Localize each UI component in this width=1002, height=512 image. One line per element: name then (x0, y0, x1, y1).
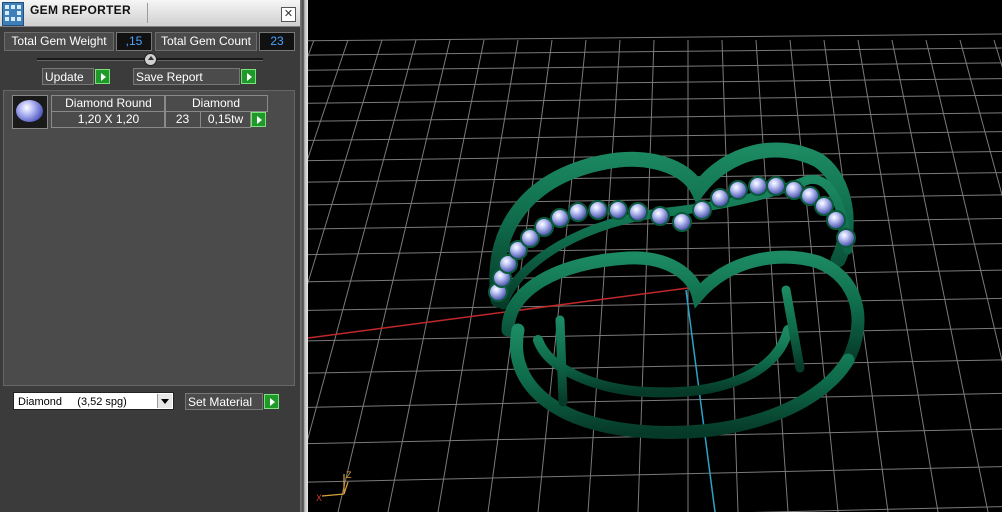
material-select[interactable]: Diamond (3,52 spg) (13, 392, 174, 410)
update-button[interactable]: Update (42, 68, 94, 85)
viewport-canvas: Z X (308, 33, 1002, 512)
gem-stone (766, 176, 786, 196)
total-gem-count-value: 23 (259, 32, 295, 51)
axis-z-label: Z (346, 470, 352, 480)
save-report-play-icon[interactable] (241, 69, 256, 84)
total-gem-count-label: Total Gem Count (155, 32, 257, 51)
floor-grid (308, 33, 1002, 512)
gem-stone (672, 212, 692, 232)
set-material-button[interactable]: Set Material (185, 393, 263, 410)
gem-stone (826, 210, 846, 230)
gem-stone (568, 202, 588, 222)
gem-stone (710, 188, 730, 208)
gem-stone (748, 176, 768, 196)
gem-shape-cell: Diamond Round (51, 95, 166, 112)
gem-stone (692, 200, 712, 220)
gem-row-play-icon[interactable] (251, 112, 266, 127)
gem-count-cell: 23 (164, 111, 201, 128)
gem-stone (608, 200, 628, 220)
update-play-icon[interactable] (95, 69, 110, 84)
gem-reporter-panel: GEM REPORTER ✕ Total Gem Weight ,15 Tota… (0, 0, 300, 512)
close-icon[interactable]: ✕ (281, 7, 296, 22)
y-axis-line (685, 289, 716, 512)
gem-stone (588, 200, 608, 220)
ring-strut-left (555, 315, 568, 407)
total-gem-weight-value: ,15 (116, 32, 152, 51)
gem-stone (728, 180, 748, 200)
gem-size-cell: 1,20 X 1,20 (51, 111, 166, 128)
gem-list: Diamond Round Diamond 1,20 X 1,20 23 0,1… (3, 90, 295, 386)
gem-stone (550, 208, 570, 228)
axis-gizmo: Z X (316, 470, 352, 503)
ring-middle-band-front (533, 325, 793, 398)
axis-x-label: X (316, 493, 322, 503)
title-bar[interactable]: GEM REPORTER ✕ (0, 0, 300, 27)
panel-splitter[interactable] (300, 0, 308, 512)
gem-material-cell: Diamond (164, 95, 268, 112)
total-gem-weight-label: Total Gem Weight (4, 32, 114, 51)
gem-reporter-app-icon (2, 2, 24, 26)
slider-handle-icon[interactable] (144, 53, 157, 66)
gem-stone (534, 217, 554, 237)
window-title: GEM REPORTER (30, 3, 131, 17)
material-select-value: Diamond (3,52 spg) (18, 396, 127, 408)
save-report-button[interactable]: Save Report (133, 68, 240, 85)
set-material-play-icon[interactable] (264, 394, 279, 409)
diamond-round-thumbnail-icon (12, 95, 48, 129)
gem-stone (836, 228, 856, 248)
gem-stone (628, 202, 648, 222)
3d-viewport[interactable]: Z X (308, 0, 1002, 512)
chevron-down-icon[interactable] (157, 394, 172, 408)
gem-stone (650, 206, 670, 226)
gem-weight-cell: 0,15tw (200, 111, 251, 128)
title-divider (147, 3, 148, 23)
